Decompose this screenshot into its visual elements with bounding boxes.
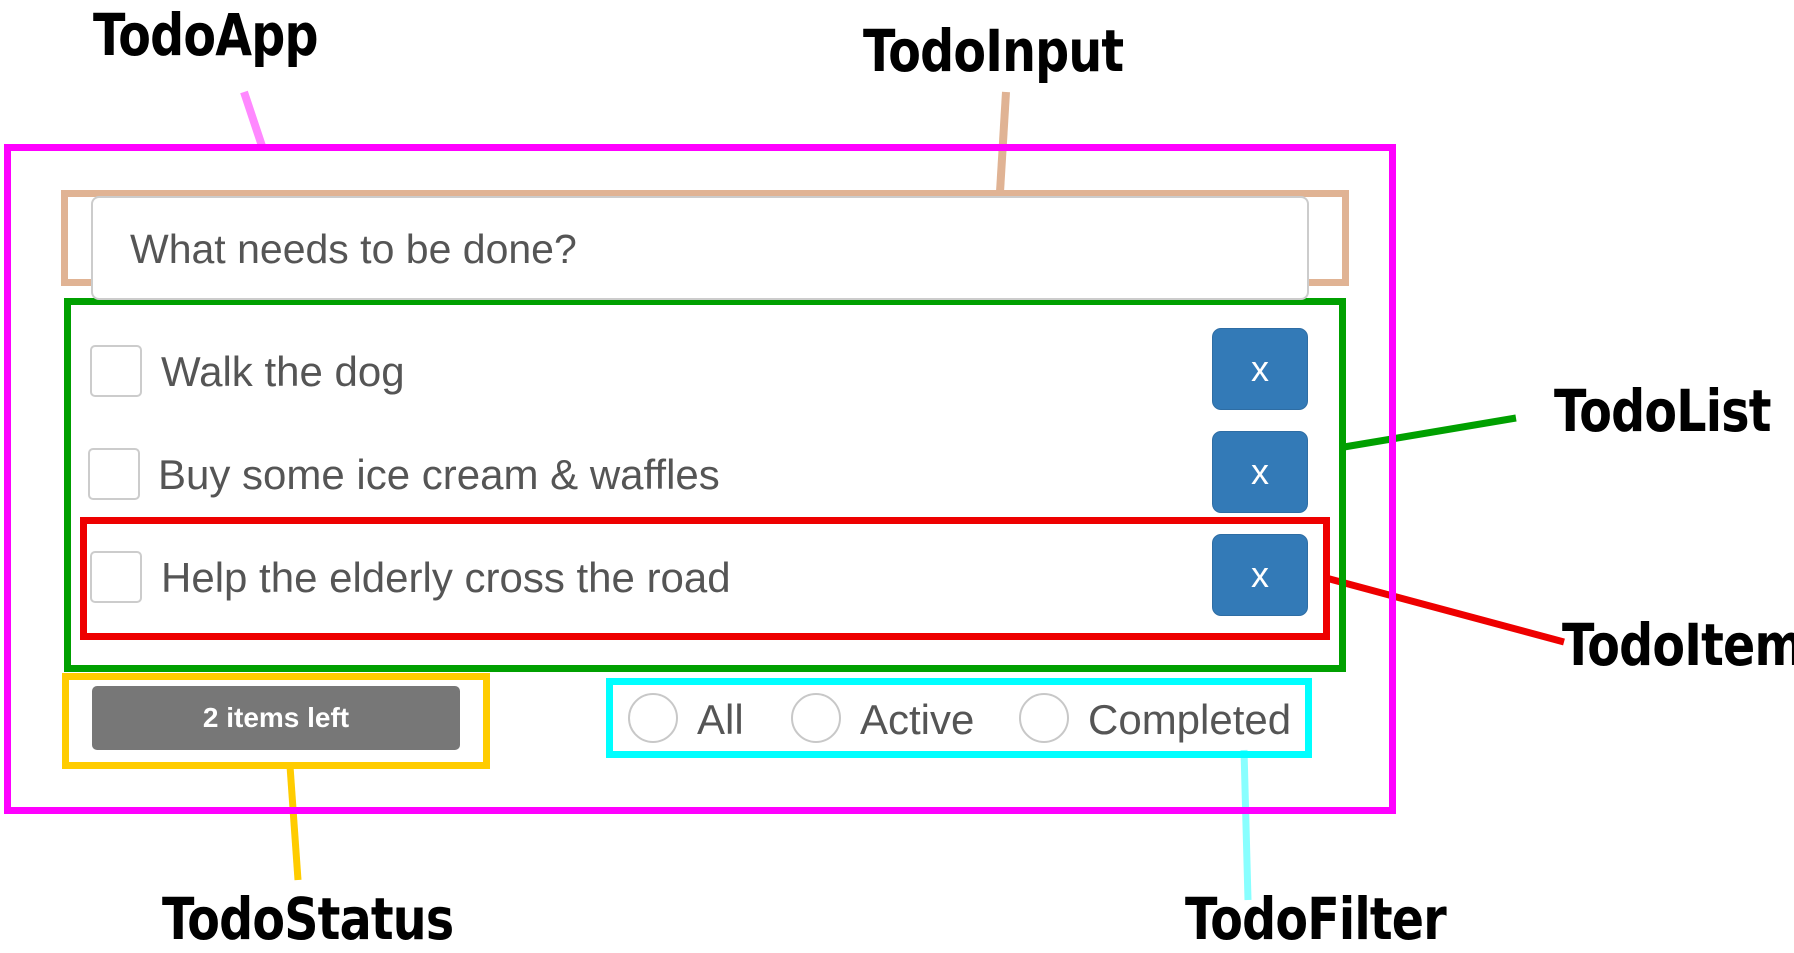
item-checkbox[interactable] [88, 448, 140, 500]
label-todoitem: TodoItem [1562, 611, 1794, 679]
filter-label-active: Active [860, 696, 975, 743]
filter-radio-all[interactable] [628, 693, 678, 743]
label-todolist: TodoList [1554, 377, 1771, 445]
item-text: Walk the dog [161, 348, 405, 395]
delete-item-button[interactable]: x [1212, 328, 1308, 410]
delete-item-button[interactable]: x [1212, 431, 1308, 513]
filter-label-completed: Completed [1088, 696, 1292, 743]
label-todostatus: TodoStatus [162, 885, 454, 953]
filter-radio-active[interactable] [791, 693, 841, 743]
item-text: Buy some ice cream & waffles [158, 451, 720, 498]
label-todoapp: TodoApp [93, 1, 318, 69]
items-left-badge: 2 items left [92, 686, 460, 750]
item-checkbox[interactable] [90, 345, 142, 397]
label-todofilter: TodoFilter [1185, 885, 1447, 953]
delete-item-button[interactable]: x [1212, 534, 1308, 616]
filter-radio-completed[interactable] [1019, 693, 1069, 743]
label-todoinput: TodoInput [863, 17, 1124, 85]
item-text: Help the elderly cross the road [161, 554, 731, 601]
filter-label-all: All [697, 696, 744, 743]
todo-input-placeholder: What needs to be done? [130, 226, 577, 272]
connector-todoapp [240, 90, 266, 148]
item-checkbox[interactable] [90, 551, 142, 603]
